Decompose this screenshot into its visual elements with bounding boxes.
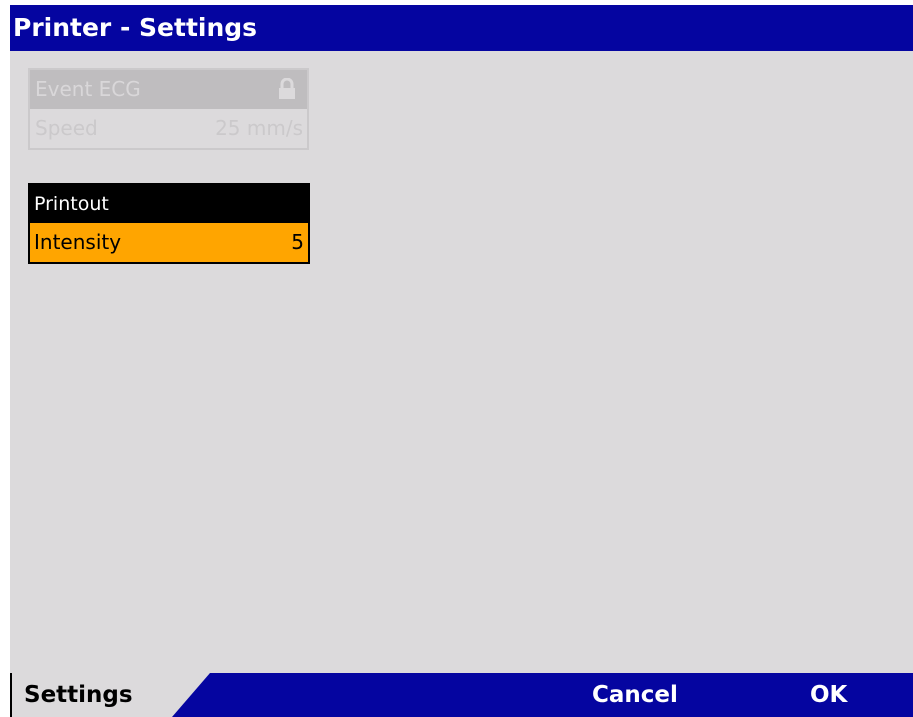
event-ecg-group: Event ECG Speed 25 mm/s [28,68,309,150]
speed-value: 25 mm/s [215,116,303,140]
event-ecg-header: Event ECG [30,70,307,109]
speed-row: Speed 25 mm/s [30,109,307,148]
settings-tab-label: Settings [24,682,133,708]
window-title: Printer - Settings [10,5,913,51]
softkey-bar: Settings Cancel OK [10,673,913,717]
screen: Printer - Settings Event ECG Speed 25 mm… [10,5,913,717]
intensity-label: Intensity [34,230,122,254]
lock-icon [279,78,295,99]
intensity-row[interactable]: Intensity 5 [30,223,308,262]
settings-tab[interactable]: Settings [10,673,210,717]
printout-group: Printout Intensity 5 [28,183,310,264]
cancel-button[interactable]: Cancel [592,673,678,717]
speed-label: Speed [35,116,98,140]
intensity-value: 5 [291,230,304,254]
printout-header: Printout [30,185,308,223]
ok-button[interactable]: OK [810,673,847,717]
event-ecg-title: Event ECG [35,77,141,101]
